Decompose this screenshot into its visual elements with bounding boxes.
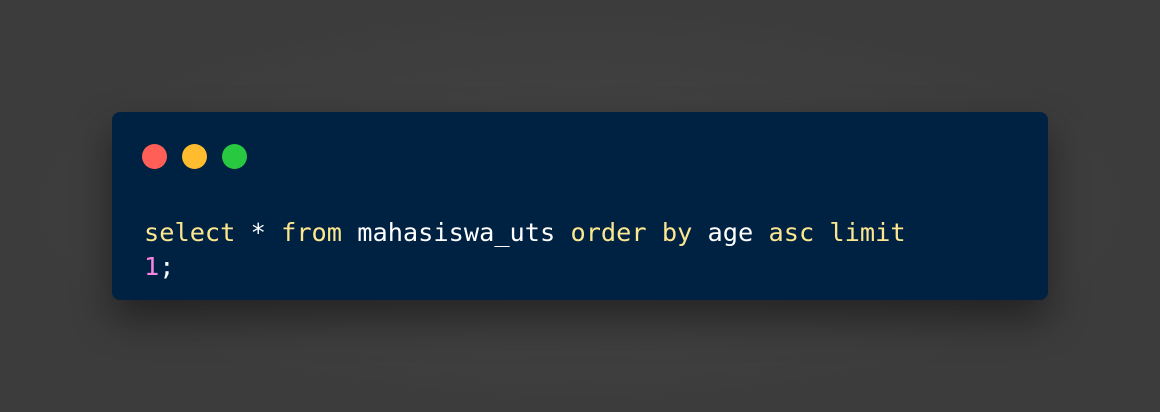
minimize-icon[interactable] [182, 144, 207, 169]
keyword-from: from [281, 218, 343, 247]
keyword-select: select [144, 218, 236, 247]
keyword-by: by [661, 218, 693, 247]
semicolon: ; [159, 252, 175, 281]
column-name: age [692, 218, 769, 247]
code-line-2: 1; [144, 250, 1024, 284]
window-controls [142, 144, 247, 169]
operator-star: * [235, 218, 282, 247]
page-background: select * from mahasiswa_uts order by age… [0, 0, 1160, 412]
code-window: select * from mahasiswa_uts order by age… [112, 112, 1048, 300]
close-icon[interactable] [142, 144, 167, 169]
keyword-limit: limit [829, 218, 906, 247]
keyword-asc: asc [768, 218, 815, 247]
maximize-icon[interactable] [222, 144, 247, 169]
table-name: mahasiswa_uts [342, 218, 571, 247]
keyword-order: order [570, 218, 647, 247]
code-block: select * from mahasiswa_uts order by age… [144, 216, 1024, 284]
number-literal: 1 [144, 252, 160, 281]
code-line-1: select * from mahasiswa_uts order by age… [144, 216, 1024, 250]
